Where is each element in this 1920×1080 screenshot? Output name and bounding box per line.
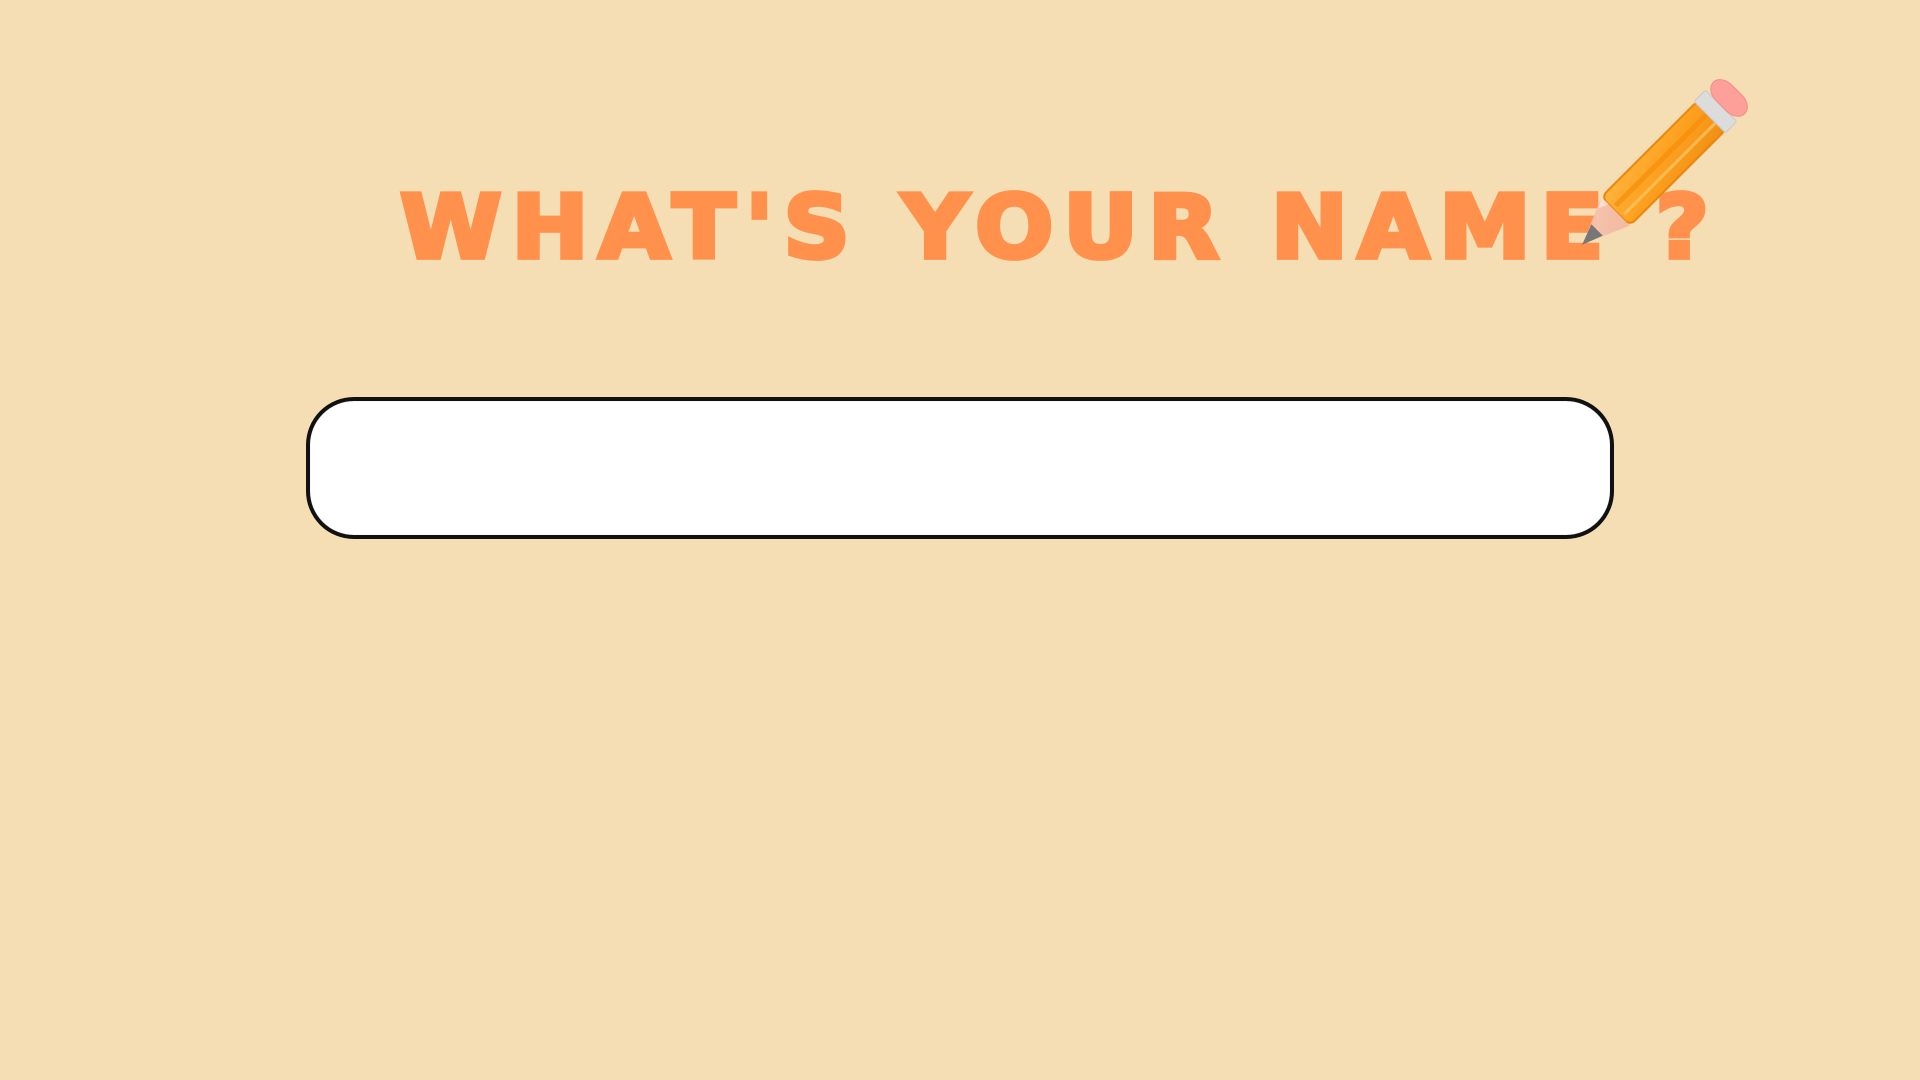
name-entry-screen: WHAT'S YOUR NAME ? <box>0 0 1920 1080</box>
name-input-container <box>306 397 1614 539</box>
pencil-icon <box>1582 79 1748 245</box>
page-title: WHAT'S YOUR NAME ? <box>398 176 1719 279</box>
name-input[interactable] <box>306 397 1614 539</box>
